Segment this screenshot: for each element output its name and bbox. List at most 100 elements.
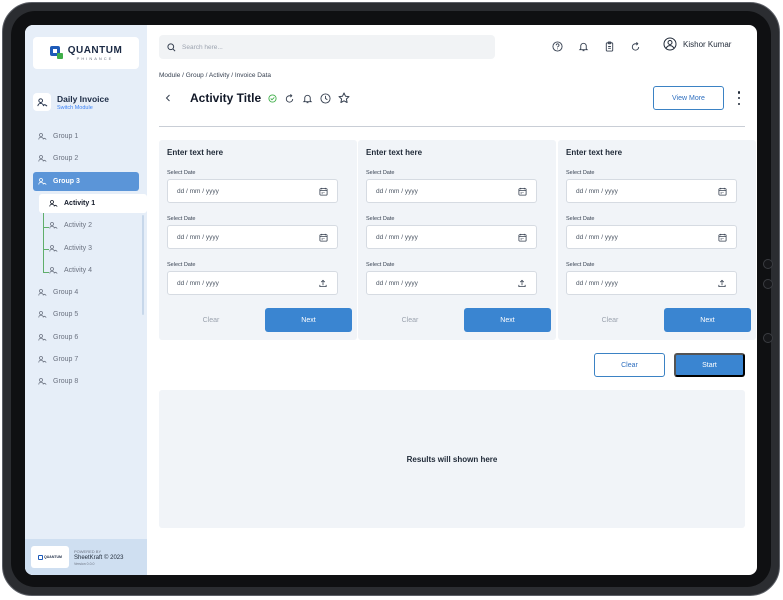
sidebar-item-label: Activity 2 bbox=[64, 222, 93, 230]
user-menu[interactable]: Kishor Kumar bbox=[663, 37, 731, 51]
reload-icon[interactable] bbox=[284, 93, 295, 104]
date-field[interactable]: dd / mm / yyyy bbox=[167, 271, 338, 295]
group-icon bbox=[38, 177, 47, 186]
side-sensor bbox=[763, 333, 773, 343]
date-field-label: Select Date bbox=[566, 262, 595, 268]
page-header: Activity Title bbox=[165, 91, 350, 105]
sidebar-item-label: Group 1 bbox=[53, 133, 79, 140]
results-placeholder: Results will shown here bbox=[406, 454, 498, 464]
footer-logo: QUANTUM bbox=[31, 546, 69, 568]
date-field-label: Select Date bbox=[366, 170, 395, 176]
star-icon[interactable] bbox=[338, 92, 350, 104]
sidebar-item-activity-4[interactable]: Activity 4 bbox=[39, 261, 147, 280]
sidebar-item-group-7[interactable]: Group 7 bbox=[33, 350, 139, 369]
back-chevron-icon[interactable] bbox=[165, 94, 171, 102]
card-title: Enter text here bbox=[366, 148, 423, 157]
breadcrumb[interactable]: Module / Group / Activity / Invoice Data bbox=[159, 72, 271, 79]
clipboard-icon[interactable] bbox=[603, 40, 615, 52]
module-icon bbox=[33, 93, 51, 111]
sidebar-item-label: Activity 4 bbox=[64, 266, 93, 274]
brand-tagline: PHINANCE bbox=[76, 55, 114, 61]
search-input[interactable] bbox=[182, 43, 482, 51]
date-field[interactable]: dd / mm / yyyy bbox=[566, 271, 737, 295]
date-field-label: Select Date bbox=[366, 216, 395, 222]
card-next-button[interactable]: Next bbox=[664, 308, 751, 332]
refresh-icon[interactable] bbox=[629, 40, 641, 52]
date-field[interactable]: dd / mm / yyyy bbox=[167, 179, 338, 203]
sidebar-scrollbar[interactable] bbox=[142, 215, 144, 315]
date-placeholder: dd / mm / yyyy bbox=[177, 187, 219, 195]
sidebar-item-label: Group 2 bbox=[53, 155, 79, 163]
calendar-icon[interactable] bbox=[518, 187, 527, 196]
date-field[interactable]: dd / mm / yyyy bbox=[167, 225, 338, 249]
group-icon bbox=[38, 377, 47, 386]
card-clear-button[interactable]: Clear bbox=[366, 308, 454, 332]
sidebar: QUANTUM PHINANCE Daily Invoice Switch Mo… bbox=[25, 25, 147, 575]
upload-icon[interactable] bbox=[517, 279, 527, 288]
header-divider bbox=[159, 126, 745, 127]
date-placeholder: dd / mm / yyyy bbox=[376, 279, 418, 287]
sidebar-item-group-2[interactable]: Group 2 bbox=[33, 149, 139, 168]
sidebar-item-label: Activity 1 bbox=[64, 199, 96, 207]
search-bar[interactable] bbox=[159, 35, 495, 59]
date-field[interactable]: dd / mm / yyyy bbox=[366, 225, 537, 249]
brand-logo[interactable]: QUANTUM PHINANCE bbox=[33, 37, 139, 69]
sidebar-item-group-1[interactable]: Group 1 bbox=[33, 127, 139, 146]
sidebar-item-group-4[interactable]: Group 4 bbox=[33, 283, 139, 302]
date-placeholder: dd / mm / yyyy bbox=[576, 187, 618, 195]
group-icon bbox=[38, 154, 47, 163]
group-icon bbox=[49, 221, 58, 230]
date-placeholder: dd / mm / yyyy bbox=[376, 187, 418, 195]
sidebar-item-group-6[interactable]: Group 6 bbox=[33, 328, 139, 347]
version-text: Version 0.0.0 bbox=[74, 561, 95, 566]
date-placeholder: dd / mm / yyyy bbox=[576, 233, 618, 241]
search-icon bbox=[167, 42, 176, 52]
help-icon[interactable] bbox=[551, 40, 563, 52]
date-field-label: Select Date bbox=[566, 216, 595, 222]
card-next-button[interactable]: Next bbox=[464, 308, 551, 332]
sidebar-item-label: Group 5 bbox=[53, 311, 79, 319]
sidebar-footer: QUANTUM POWERED BY SheetKraft © 2023 Ver… bbox=[25, 539, 147, 575]
upload-icon[interactable] bbox=[318, 279, 328, 288]
app-screen: QUANTUM PHINANCE Daily Invoice Switch Mo… bbox=[25, 25, 757, 575]
module-switcher[interactable]: Daily Invoice Switch Module bbox=[33, 93, 109, 111]
card-next-button[interactable]: Next bbox=[265, 308, 352, 332]
more-options-icon[interactable] bbox=[735, 91, 743, 105]
date-field[interactable]: dd / mm / yyyy bbox=[366, 271, 537, 295]
clock-icon[interactable] bbox=[320, 92, 331, 104]
group-icon bbox=[38, 132, 47, 141]
date-field[interactable]: dd / mm / yyyy bbox=[566, 179, 737, 203]
sidebar-item-activity-1[interactable]: Activity 1 bbox=[39, 193, 147, 213]
date-placeholder: dd / mm / yyyy bbox=[177, 279, 219, 287]
date-field[interactable]: dd / mm / yyyy bbox=[566, 225, 737, 249]
user-avatar-icon bbox=[663, 37, 677, 51]
sidebar-item-label: Group 6 bbox=[53, 333, 79, 341]
date-field[interactable]: dd / mm / yyyy bbox=[366, 179, 537, 203]
results-panel: Results will shown here bbox=[159, 390, 745, 528]
calendar-icon[interactable] bbox=[319, 187, 328, 196]
sidebar-item-label: Group 4 bbox=[53, 289, 79, 297]
bell-icon[interactable] bbox=[577, 40, 589, 52]
side-sensor bbox=[763, 259, 773, 269]
calendar-icon[interactable] bbox=[319, 233, 328, 242]
start-button[interactable]: Start bbox=[674, 353, 745, 377]
calendar-icon[interactable] bbox=[518, 233, 527, 242]
date-placeholder: dd / mm / yyyy bbox=[376, 233, 418, 241]
module-title: Daily Invoice bbox=[57, 93, 109, 104]
calendar-icon[interactable] bbox=[718, 233, 727, 242]
card-clear-button[interactable]: Clear bbox=[566, 308, 654, 332]
clear-all-button[interactable]: Clear bbox=[594, 353, 665, 377]
calendar-icon[interactable] bbox=[718, 187, 727, 196]
card-clear-button[interactable]: Clear bbox=[167, 308, 255, 332]
upload-icon[interactable] bbox=[717, 279, 727, 288]
group-icon bbox=[49, 244, 58, 253]
sidebar-item-group-8[interactable]: Group 8 bbox=[33, 372, 139, 391]
group-icon bbox=[38, 333, 47, 342]
sidebar-item-activity-3[interactable]: Activity 3 bbox=[39, 239, 147, 258]
switch-module-link[interactable]: Switch Module bbox=[57, 105, 109, 111]
sidebar-item-activity-2[interactable]: Activity 2 bbox=[39, 216, 147, 235]
sidebar-item-group-3[interactable]: Group 3 bbox=[33, 171, 139, 191]
bell-icon[interactable] bbox=[302, 93, 313, 104]
view-more-button[interactable]: View More bbox=[653, 86, 724, 110]
sidebar-item-group-5[interactable]: Group 5 bbox=[33, 305, 139, 324]
